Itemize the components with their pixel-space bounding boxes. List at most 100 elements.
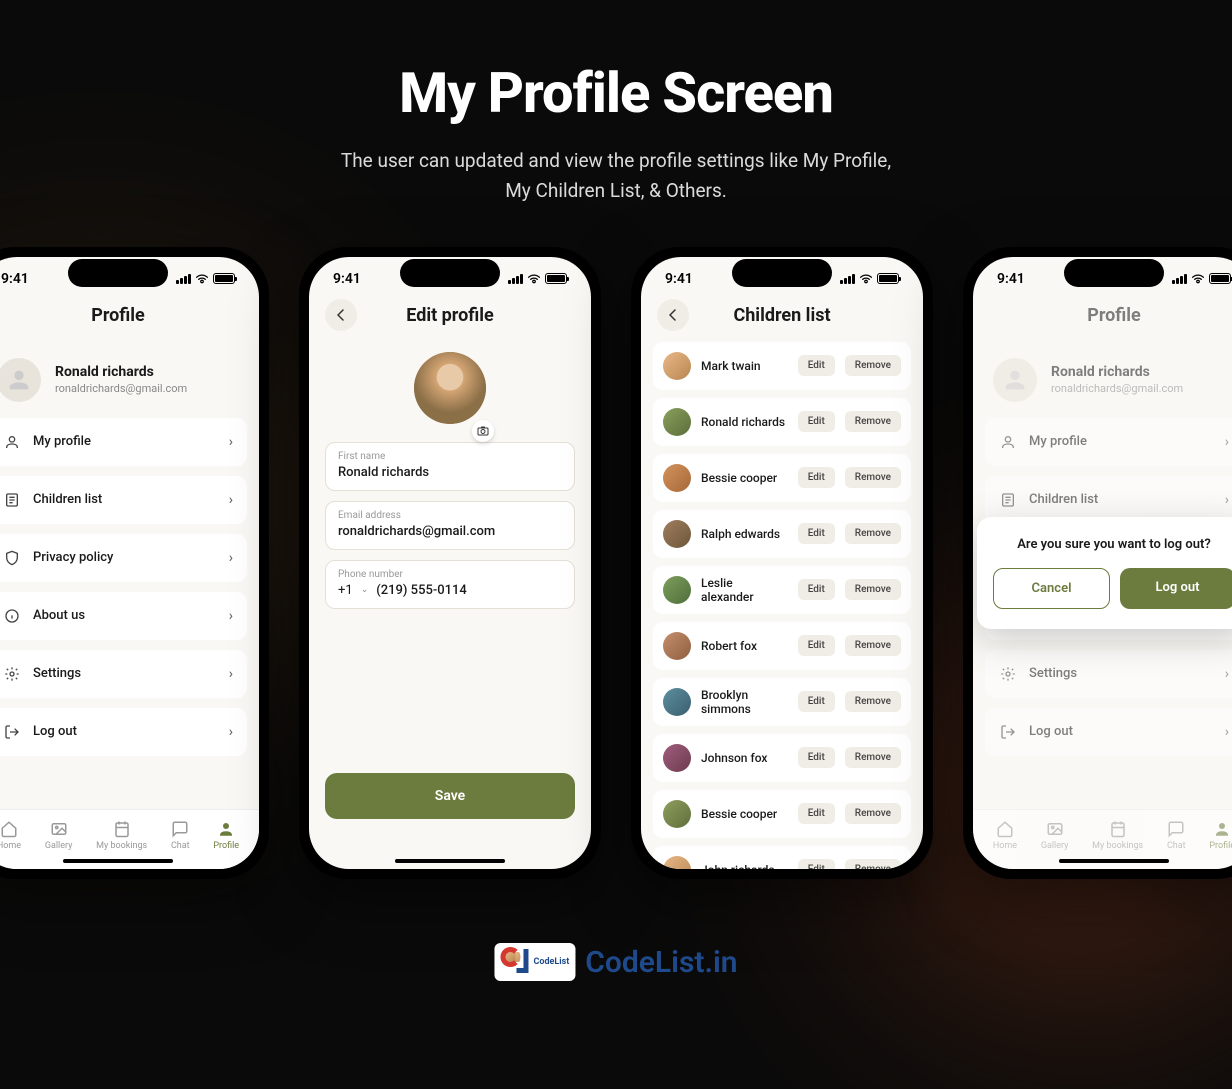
edit-button[interactable]: Edit — [798, 747, 835, 768]
user-info: Ronald richards ronaldrichards@gmail.com — [55, 364, 187, 395]
remove-button[interactable]: Remove — [845, 355, 901, 376]
remove-button[interactable]: Remove — [845, 803, 901, 824]
nav-profile[interactable]: Profile — [213, 820, 239, 851]
status-time: 9:41 — [997, 271, 1025, 287]
first-name-field[interactable]: First name Ronald richards — [325, 442, 575, 491]
nav-profile[interactable]: Profile — [1209, 820, 1232, 851]
nav-label: My bookings — [96, 841, 147, 851]
remove-button[interactable]: Remove — [845, 635, 901, 656]
edit-button[interactable]: Edit — [798, 803, 835, 824]
remove-button[interactable]: Remove — [845, 411, 901, 432]
child-name: Leslie alexander — [701, 576, 788, 604]
chevron-right-icon: › — [229, 666, 233, 682]
child-avatar — [663, 632, 691, 660]
menu-item-shield[interactable]: Privacy policy› — [0, 534, 247, 582]
remove-button[interactable]: Remove — [845, 691, 901, 712]
user-info: Ronald richards ronaldrichards@gmail.com — [1051, 364, 1183, 395]
save-button[interactable]: Save — [325, 773, 575, 819]
status-indicators — [1172, 273, 1231, 284]
child-avatar — [663, 800, 691, 828]
user-card: Ronald richards ronaldrichards@gmail.com — [0, 342, 259, 418]
edit-button[interactable]: Edit — [798, 859, 835, 869]
logout-confirm-button[interactable]: Log out — [1120, 568, 1232, 609]
notch — [68, 259, 168, 287]
signal-icon — [508, 274, 523, 284]
remove-button[interactable]: Remove — [845, 467, 901, 488]
screen-edit-profile: 9:41 Edit profile First name Ronald rich… — [309, 257, 591, 869]
back-button[interactable] — [325, 299, 357, 331]
phone-label: Phone number — [338, 569, 562, 580]
edit-button[interactable]: Edit — [798, 411, 835, 432]
nav-label: Profile — [213, 841, 239, 851]
nav-label: Chat — [171, 841, 190, 851]
child-item: Robert foxEditRemove — [653, 622, 911, 670]
back-button[interactable] — [657, 299, 689, 331]
remove-button[interactable]: Remove — [845, 523, 901, 544]
menu-item-label: Settings — [1029, 666, 1077, 681]
status-indicators — [176, 273, 235, 284]
remove-button[interactable]: Remove — [845, 579, 901, 600]
child-avatar — [663, 352, 691, 380]
notch — [1064, 259, 1164, 287]
email-value: ronaldrichards@gmail.com — [338, 524, 562, 539]
edit-button[interactable]: Edit — [798, 467, 835, 488]
signal-icon — [176, 274, 191, 284]
nav-gallery[interactable]: Gallery — [1041, 820, 1069, 851]
nav-home[interactable]: Home — [993, 820, 1017, 851]
menu-item-logout[interactable]: Log out› — [0, 708, 247, 756]
hero-title: My Profile Screen — [40, 60, 1192, 126]
email-label: Email address — [338, 510, 562, 521]
status-indicators — [508, 273, 567, 284]
phone-field[interactable]: Phone number +1 ⌄ (219) 555-0114 — [325, 560, 575, 609]
edit-button[interactable]: Edit — [798, 635, 835, 656]
nav-label: Gallery — [45, 841, 73, 851]
remove-button[interactable]: Remove — [845, 747, 901, 768]
edit-button[interactable]: Edit — [798, 523, 835, 544]
menu-item-label: Log out — [1029, 724, 1073, 739]
email-field[interactable]: Email address ronaldrichards@gmail.com — [325, 501, 575, 550]
nav-bookings[interactable]: My bookings — [96, 820, 147, 851]
screen-profile: 9:41 Profile Ronald richards ronaldricha… — [0, 257, 259, 869]
chevron-down-icon[interactable]: ⌄ — [361, 585, 369, 595]
child-name: John richards — [701, 863, 788, 869]
camera-button[interactable] — [472, 420, 494, 442]
menu-item-logout[interactable]: Log out› — [985, 708, 1232, 756]
child-item: Ralph edwards Edit Remove — [653, 510, 911, 558]
child-name: Ronald richards — [701, 415, 788, 429]
menu-item-info[interactable]: About us› — [0, 592, 247, 640]
phone-edit-profile: 9:41 Edit profile First name Ronald rich… — [299, 247, 601, 879]
cancel-button[interactable]: Cancel — [993, 568, 1110, 609]
wifi-icon — [195, 274, 209, 284]
menu-item-person[interactable]: My profile › — [985, 418, 1232, 466]
menu-item-label: My profile — [33, 434, 91, 449]
menu-item-person[interactable]: My profile› — [0, 418, 247, 466]
chevron-right-icon: › — [1225, 434, 1229, 450]
menu-item-gear[interactable]: Settings› — [0, 650, 247, 698]
child-item: Ronald richards Edit Remove — [653, 398, 911, 446]
menu-item-list[interactable]: Children list› — [0, 476, 247, 524]
child-avatar — [663, 520, 691, 548]
menu-item-label: Log out — [33, 724, 77, 739]
nav-home[interactable]: Home — [0, 820, 21, 851]
menu-item-label: My profile — [1029, 434, 1087, 449]
bookings-icon — [1109, 820, 1127, 838]
nav-chat[interactable]: Chat — [1167, 820, 1186, 851]
logo-badge-text: CodeList — [533, 957, 569, 967]
chevron-right-icon: › — [229, 550, 233, 566]
nav-bookings[interactable]: My bookings — [1092, 820, 1143, 851]
edit-button[interactable]: Edit — [798, 691, 835, 712]
edit-button[interactable]: Edit — [798, 355, 835, 376]
chat-icon — [171, 820, 189, 838]
shield-icon — [3, 549, 21, 567]
child-name: Ralph edwards — [701, 527, 788, 541]
remove-button[interactable]: Remove — [845, 859, 901, 869]
nav-chat[interactable]: Chat — [171, 820, 190, 851]
child-avatar — [663, 856, 691, 869]
child-name: Brooklyn simmons — [701, 688, 788, 716]
battery-icon — [1209, 273, 1231, 284]
menu-item-gear[interactable]: Settings› — [985, 650, 1232, 698]
edit-button[interactable]: Edit — [798, 579, 835, 600]
home-icon — [0, 820, 18, 838]
home-indicator — [63, 859, 173, 863]
nav-gallery[interactable]: Gallery — [45, 820, 73, 851]
